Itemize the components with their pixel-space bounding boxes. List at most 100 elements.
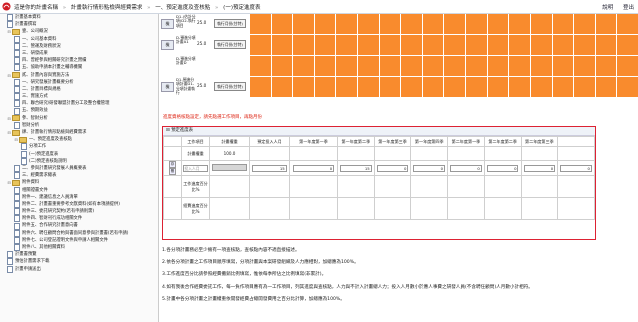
month-cell[interactable] [293,35,314,55]
sidebar-item[interactable]: 一、公司基本資料 [0,35,158,43]
month-cell[interactable] [530,35,552,55]
quarter-input[interactable]: 0 [486,164,519,172]
breadcrumb-item[interactable]: 一、預定進度及查核點 [155,5,210,11]
sidebar-item[interactable]: 附件五、合作研究計畫意向書 [0,222,158,230]
month-cell[interactable] [314,56,336,76]
sidebar-item[interactable]: ⊟ 附件資料 [0,179,158,186]
quarter-input[interactable]: 0 [560,164,592,172]
month-cell[interactable] [617,14,638,34]
month-cell[interactable] [379,56,401,76]
month-cell[interactable] [314,14,336,34]
month-cell[interactable] [617,77,638,97]
month-cell[interactable] [401,77,422,97]
sidebar-item[interactable]: 計畫書撰寫 [0,21,158,29]
month-cell[interactable] [530,77,552,97]
sidebar-item[interactable]: 計畫基本資料 [0,14,158,22]
month-cell[interactable] [250,14,271,34]
expand-icon[interactable]: ⊟ [7,129,11,136]
sidebar-item[interactable]: 五、協助申請本計畫之輔導機關 [0,64,158,72]
schedule-month-button[interactable]: 執行月份(甘特) [214,82,246,91]
breadcrumb-item[interactable]: (一)預定進度表 [223,5,260,11]
sidebar-item[interactable]: 二、參與計畫研究發展人員概要表 [0,165,158,173]
sidebar-item[interactable]: ⊟ 壹、公司概況 [0,28,158,35]
month-cell[interactable] [314,35,336,55]
month-cell[interactable] [595,14,617,34]
logout-link[interactable]: 登出 [623,5,634,11]
month-cell[interactable] [336,14,358,34]
sidebar-item[interactable]: 附件三、委託研究契約(若有申請則需) [0,208,158,216]
month-cell[interactable] [336,35,358,55]
month-cell[interactable] [574,56,595,76]
month-cell[interactable] [552,56,574,76]
month-cell[interactable] [466,77,487,97]
sidebar-item[interactable]: 三、經費需求總表 [0,172,158,180]
schedule-month-button[interactable]: 執行月份(甘特) [214,40,246,49]
month-cell[interactable] [617,35,638,55]
month-cell[interactable] [336,56,358,76]
month-cell[interactable] [314,77,336,97]
delete-tag-button[interactable]: 刪 [168,168,177,175]
month-cell[interactable] [509,14,530,34]
month-cell[interactable] [444,56,466,76]
quarter-input[interactable]: 0 [450,164,482,172]
expand-icon[interactable]: ⊟ [7,179,11,186]
month-cell[interactable] [358,77,379,97]
expand-icon[interactable]: ⊟ [7,72,11,79]
man-month-input[interactable]: 15 [252,164,287,172]
month-cell[interactable] [595,77,617,97]
month-cell[interactable] [401,35,422,55]
quarter-input[interactable]: 0 [292,164,335,172]
month-cell[interactable] [358,14,379,34]
month-cell[interactable] [250,56,271,76]
month-cell[interactable] [422,14,444,34]
sidebar-item[interactable]: ⊟ 肆、計畫執行情形點檢與經費需求 [0,129,158,136]
month-cell[interactable] [379,14,401,34]
month-cell[interactable] [444,14,466,34]
month-cell[interactable] [422,77,444,97]
sidebar-item[interactable]: 附件二、計畫書重要參考文獻資料(如有本項請提供) [0,200,158,208]
month-cell[interactable] [595,35,617,55]
check-button[interactable]: 檢 [161,40,174,50]
sidebar-item[interactable]: (一)預定進度表 [0,150,158,158]
month-cell[interactable] [466,35,487,55]
month-cell[interactable] [444,35,466,55]
sidebar-item[interactable]: 智財分析 [0,121,158,129]
month-cell[interactable] [358,35,379,55]
sidebar-item[interactable]: ⊟ 參、智財分析 [0,115,158,122]
sidebar-item[interactable]: ⊟ 一、預定進度及查核點 [0,136,158,143]
sidebar-item[interactable]: 預估計畫需求下載 [0,258,158,266]
month-cell[interactable] [271,14,293,34]
sidebar-item[interactable]: 四、聯合研究/研發聯盟計畫分工及整合權管理 [0,100,158,108]
sidebar-item[interactable]: 計畫申請送出 [0,265,158,273]
month-cell[interactable] [250,77,271,97]
month-cell[interactable] [379,77,401,97]
month-cell[interactable] [574,77,595,97]
quarter-input[interactable]: 15 [340,164,372,172]
help-link[interactable]: 說明 [602,5,613,11]
month-cell[interactable] [336,77,358,97]
month-cell[interactable] [509,77,530,97]
month-cell[interactable] [552,14,574,34]
month-cell[interactable] [422,56,444,76]
month-cell[interactable] [271,35,293,55]
month-cell[interactable] [574,35,595,55]
month-cell[interactable] [466,56,487,76]
month-cell[interactable] [595,56,617,76]
sidebar-item[interactable]: 一、研究發展計畫概要分析 [0,78,158,86]
month-cell[interactable] [466,14,487,34]
month-cell[interactable] [530,14,552,34]
sidebar-item[interactable]: 計畫書預覽 [0,251,158,259]
sidebar-item[interactable]: 附件七、公司登記證明文件與申請人相關文件 [0,236,158,244]
month-cell[interactable] [509,35,530,55]
month-cell[interactable] [617,56,638,76]
work-item-input[interactable]: 投入人月 [183,164,208,172]
month-cell[interactable] [422,35,444,55]
month-cell[interactable] [293,77,314,97]
sidebar-item[interactable]: 三、研發成果 [0,50,158,58]
month-cell[interactable] [530,56,552,76]
sidebar-item[interactable]: 附件八、其他相關資料 [0,244,158,252]
expand-icon[interactable]: ⊟ [7,115,11,122]
month-cell[interactable] [271,77,293,97]
schedule-month-button[interactable]: 執行月份(甘特) [214,19,246,28]
month-cell[interactable] [552,35,574,55]
